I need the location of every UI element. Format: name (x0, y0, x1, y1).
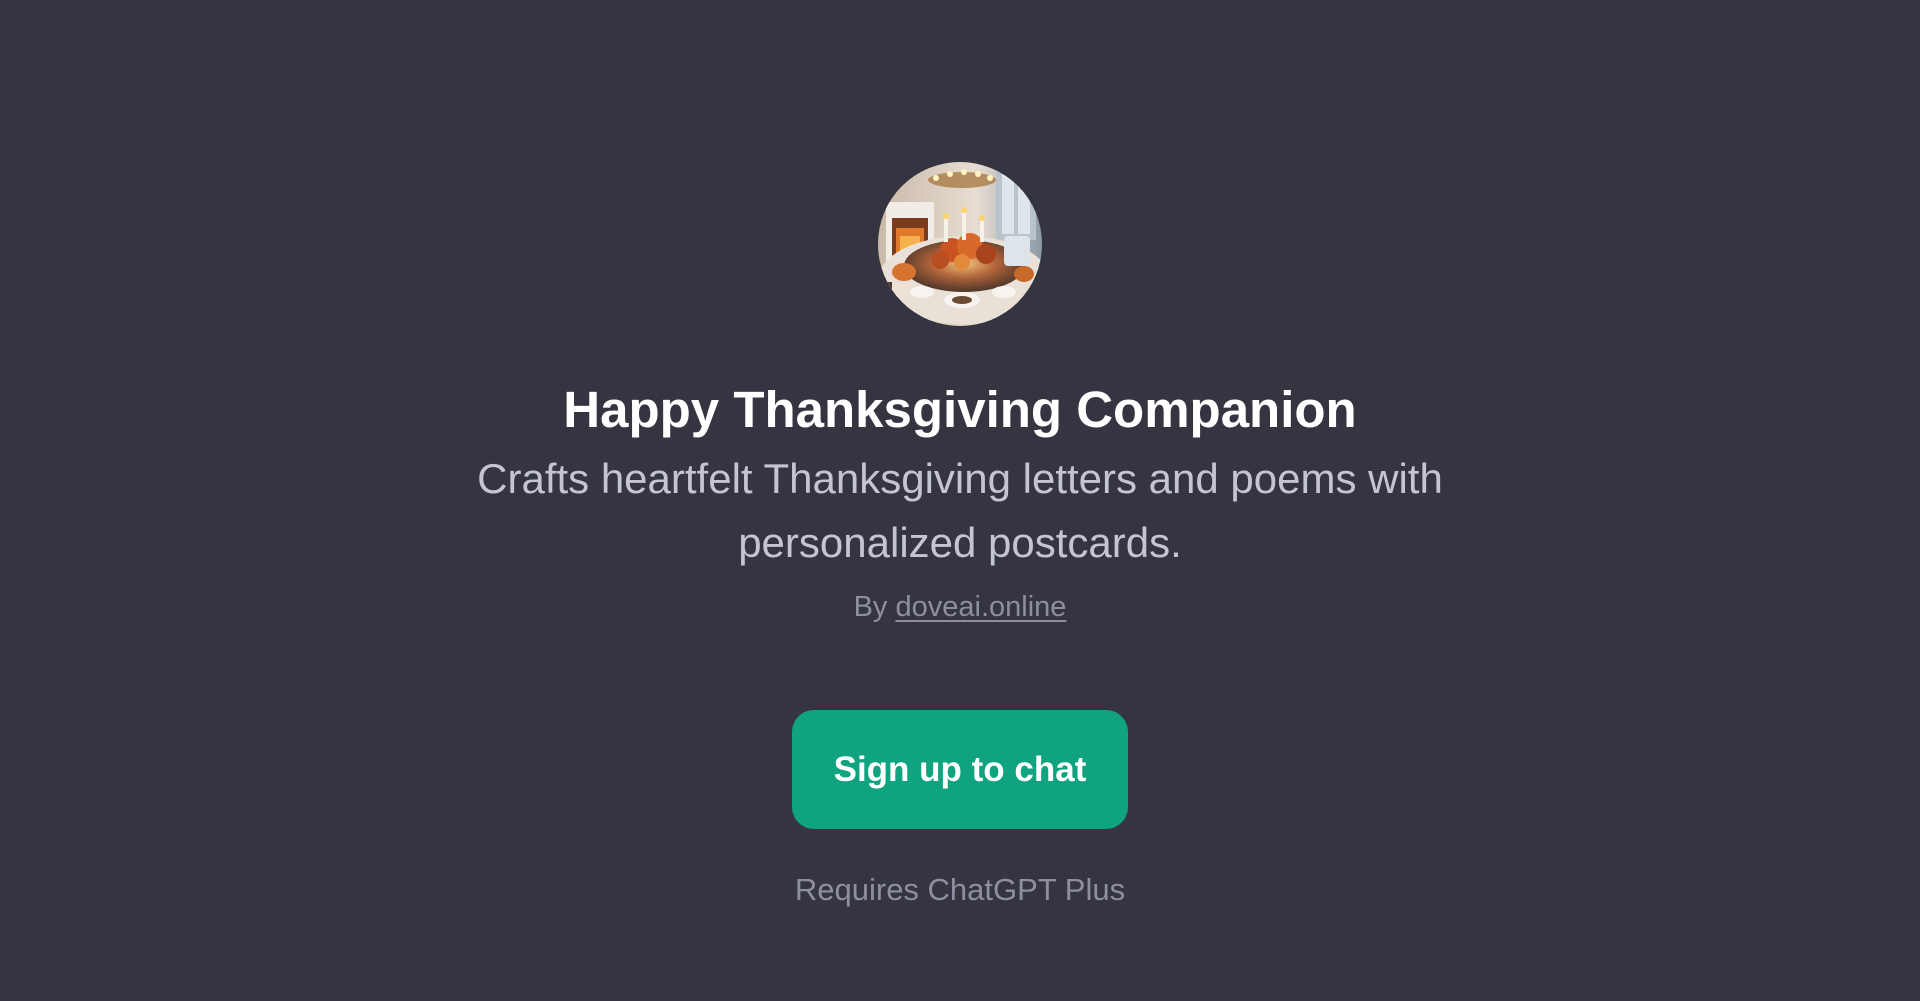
gpt-avatar (878, 162, 1042, 326)
plus-requirement-note: Requires ChatGPT Plus (794, 872, 1126, 907)
author-prefix: By (853, 591, 888, 623)
gpt-author: By doveai.online (0, 588, 1920, 626)
gpt-title: Happy Thanksgiving Companion (563, 381, 1357, 438)
gpt-description: Crafts heartfelt Thanksgiving letters an… (477, 455, 1443, 566)
author-link[interactable]: doveai.online (895, 591, 1066, 623)
sign-up-to-chat-button[interactable]: Sign up to chat (792, 710, 1128, 829)
gpt-landing-page: Happy Thanksgiving Companion Crafts hear… (0, 0, 1920, 1001)
thanksgiving-table-image (878, 162, 1042, 326)
